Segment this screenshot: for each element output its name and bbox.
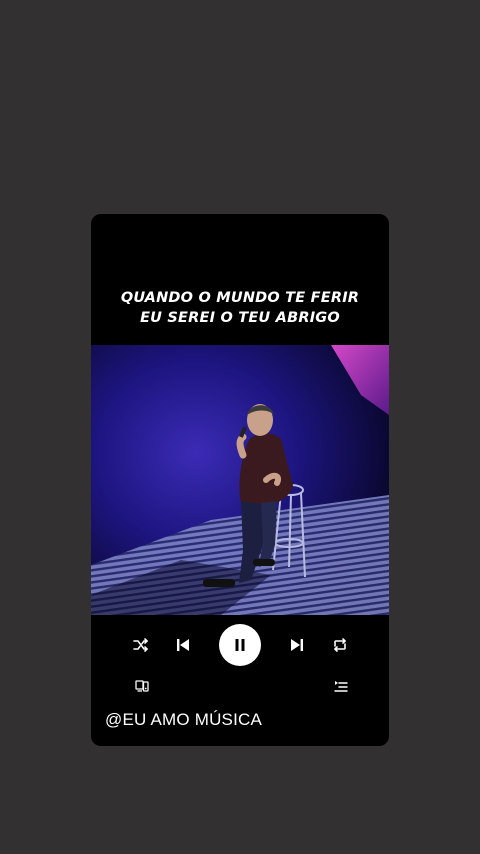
shuffle-button[interactable] <box>131 635 151 655</box>
repeat-icon <box>334 638 346 652</box>
lyrics-caption: QUANDO O MUNDO TE FERIR EU SEREI O TEU A… <box>91 288 389 328</box>
concert-video-image <box>91 345 389 615</box>
pause-icon <box>235 639 245 651</box>
queue-button[interactable] <box>332 677 350 695</box>
devices-icon <box>135 680 149 692</box>
devices-button[interactable] <box>133 677 151 695</box>
watermark-text: @EU AMO MÚSICA <box>105 710 263 729</box>
queue-icon <box>334 681 348 692</box>
previous-button[interactable] <box>173 635 193 655</box>
skip-next-icon <box>291 639 303 651</box>
secondary-controls <box>91 676 389 696</box>
lyrics-line-1: QUANDO O MUNDO TE FERIR <box>120 290 360 306</box>
video-frame[interactable] <box>91 345 389 615</box>
repeat-button[interactable] <box>330 635 350 655</box>
skip-previous-icon <box>177 639 189 651</box>
next-button[interactable] <box>287 635 307 655</box>
shuffle-icon <box>133 638 149 652</box>
music-player-card: QUANDO O MUNDO TE FERIR EU SEREI O TEU A… <box>91 214 389 746</box>
lyrics-line-2: EU SEREI O TEU ABRIGO <box>140 310 340 326</box>
playback-controls <box>91 624 389 666</box>
pause-button[interactable] <box>219 624 261 666</box>
